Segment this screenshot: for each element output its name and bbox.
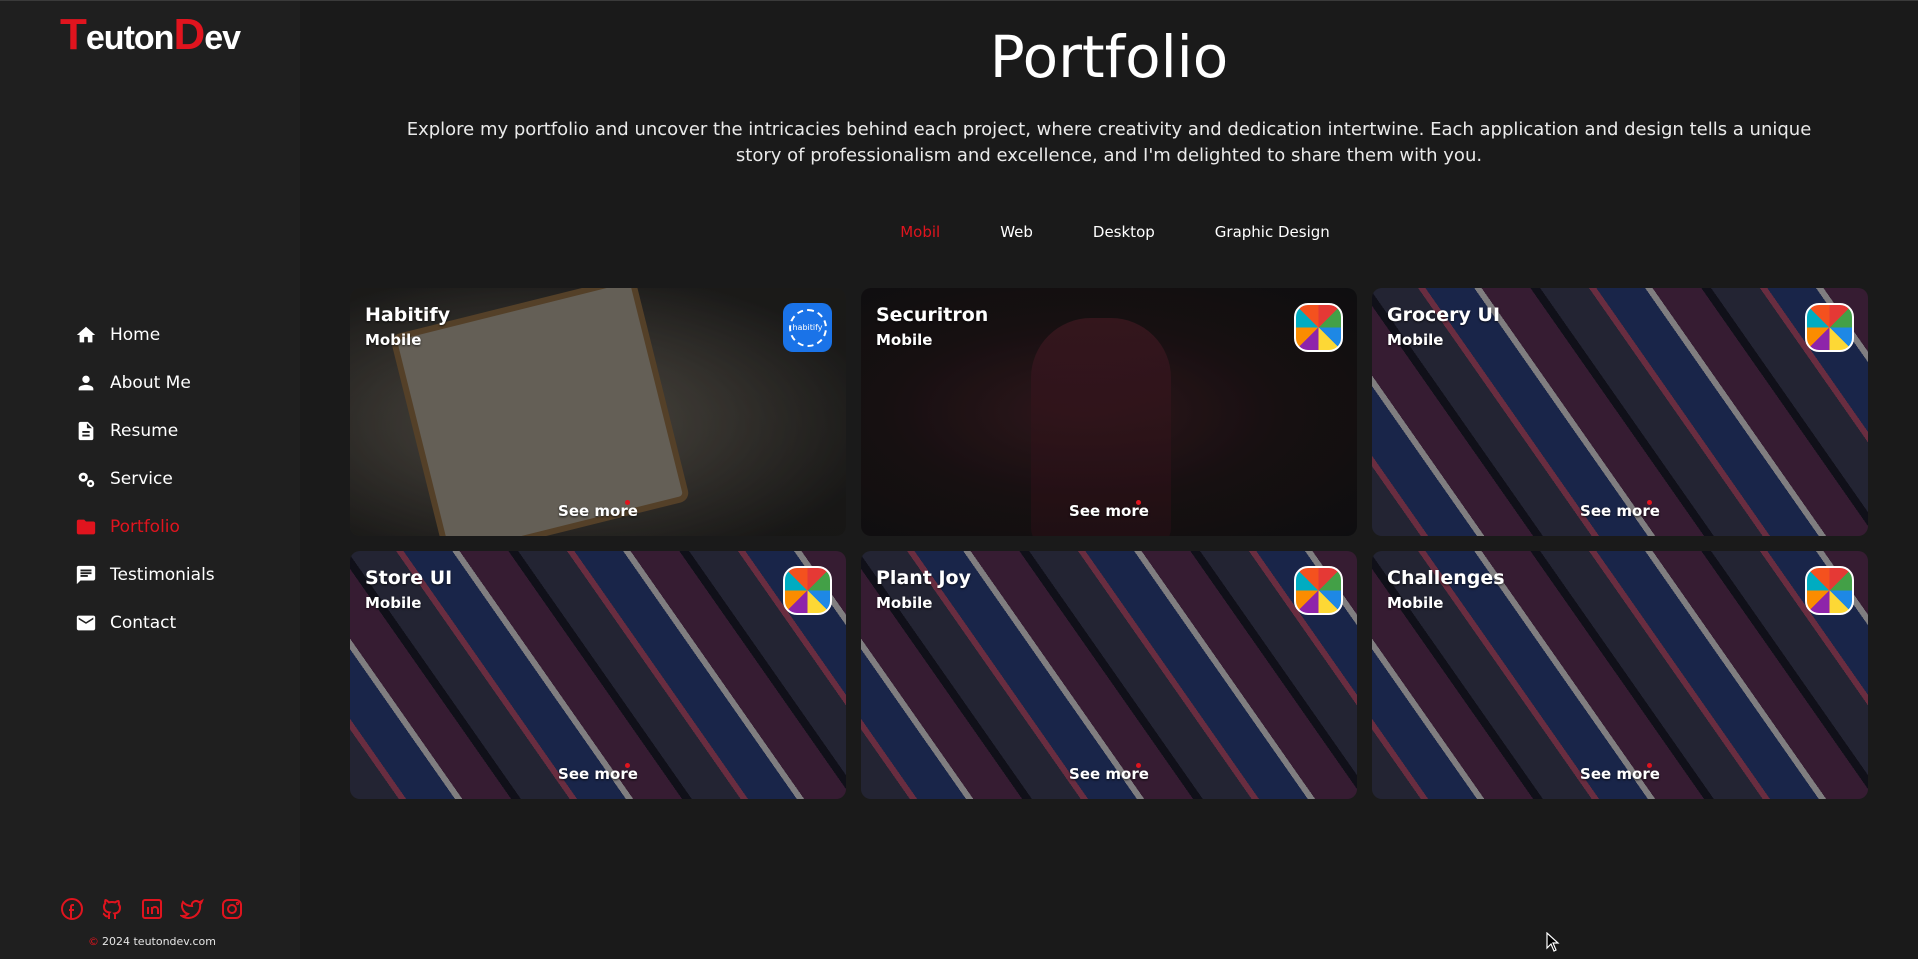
card-title: Grocery UI — [1387, 304, 1501, 326]
card-category: Mobile — [365, 594, 422, 612]
sidebar-item-label: Home — [110, 325, 161, 345]
see-more-link[interactable]: See more — [1372, 500, 1868, 520]
see-more-link[interactable]: See more — [861, 763, 1357, 783]
app-logo-icon — [1805, 303, 1854, 352]
sidebar-item-contact[interactable]: Contact — [74, 599, 215, 647]
sidebar-item-portfolio[interactable]: Portfolio — [74, 503, 215, 551]
sidebar-item-testimonials[interactable]: Testimonials — [74, 551, 215, 599]
card-category: Mobile — [876, 594, 933, 612]
logo-letter-d: D — [173, 10, 205, 59]
app-logo-icon — [1294, 566, 1343, 615]
see-more-link[interactable]: See more — [350, 500, 846, 520]
sidebar-item-label: Portfolio — [110, 517, 180, 537]
card-category: Mobile — [1387, 594, 1444, 612]
logo-text-1: euton — [85, 19, 175, 57]
copyright-text: 2024 teutondev.com — [102, 935, 216, 948]
sidebar-item-label: Testimonials — [110, 565, 215, 585]
sidebar: TeutonDev Home About Me Resume Service P… — [0, 0, 300, 959]
app-logo-icon — [1805, 566, 1854, 615]
see-more-link[interactable]: See more — [861, 500, 1357, 520]
card-title: Habitify — [365, 304, 451, 326]
habitify-logo-icon: habitify — [783, 303, 832, 352]
portfolio-card[interactable]: Store UI Mobile See more — [350, 551, 846, 799]
person-icon — [74, 371, 98, 395]
tab-mobil[interactable]: Mobil — [900, 223, 940, 241]
brand-logo[interactable]: TeutonDev — [60, 13, 241, 58]
tab-web[interactable]: Web — [1000, 223, 1033, 241]
portfolio-card[interactable]: Securitron Mobile See more — [861, 288, 1357, 536]
sidebar-item-label: Resume — [110, 421, 179, 441]
folder-icon — [74, 515, 98, 539]
social-links — [60, 897, 244, 921]
portfolio-card[interactable]: Habitify Mobile habitify See more — [350, 288, 846, 536]
main-content: Portfolio Explore my portfolio and uncov… — [300, 0, 1918, 959]
sidebar-nav: Home About Me Resume Service Portfolio T… — [74, 311, 215, 647]
sidebar-item-home[interactable]: Home — [74, 311, 215, 359]
gears-icon — [74, 467, 98, 491]
document-icon — [74, 419, 98, 443]
portfolio-card[interactable]: Grocery UI Mobile See more — [1372, 288, 1868, 536]
sidebar-item-label: Contact — [110, 613, 177, 633]
github-icon[interactable] — [100, 897, 124, 921]
sidebar-item-resume[interactable]: Resume — [74, 407, 215, 455]
app-logo-icon — [1294, 303, 1343, 352]
sidebar-item-label: Service — [110, 469, 173, 489]
tab-graphic-design[interactable]: Graphic Design — [1215, 223, 1330, 241]
sidebar-item-label: About Me — [110, 373, 191, 393]
linkedin-icon[interactable] — [140, 897, 164, 921]
page-intro: Explore my portfolio and uncover the int… — [406, 119, 1812, 166]
portfolio-grid: Habitify Mobile habitify See more Securi… — [350, 288, 1868, 799]
portfolio-card[interactable]: Challenges Mobile See more — [1372, 551, 1868, 799]
copyright-icon: © — [88, 935, 99, 948]
sidebar-item-about-me[interactable]: About Me — [74, 359, 215, 407]
card-title: Store UI — [365, 567, 453, 589]
card-category: Mobile — [1387, 331, 1444, 349]
copyright: © 2024 teutondev.com — [88, 935, 216, 948]
comment-icon — [74, 563, 98, 587]
home-icon — [74, 323, 98, 347]
card-title: Challenges — [1387, 567, 1505, 589]
mouse-cursor-icon — [1546, 932, 1560, 952]
logo-letter-t: T — [60, 10, 87, 59]
card-category: Mobile — [365, 331, 422, 349]
logo-text-2: ev — [204, 19, 241, 57]
instagram-icon[interactable] — [220, 897, 244, 921]
facebook-icon[interactable] — [60, 897, 84, 921]
page-title: Portfolio — [989, 23, 1229, 91]
portfolio-card[interactable]: Plant Joy Mobile See more — [861, 551, 1357, 799]
card-title: Plant Joy — [876, 567, 971, 589]
twitter-icon[interactable] — [178, 897, 204, 921]
mail-icon — [74, 611, 98, 635]
tab-desktop[interactable]: Desktop — [1093, 223, 1155, 241]
see-more-link[interactable]: See more — [350, 763, 846, 783]
sidebar-item-service[interactable]: Service — [74, 455, 215, 503]
see-more-link[interactable]: See more — [1372, 763, 1868, 783]
portfolio-tabs: Mobil Web Desktop Graphic Design — [300, 223, 1918, 241]
app-logo-icon — [783, 566, 832, 615]
card-category: Mobile — [876, 331, 933, 349]
card-title: Securitron — [876, 304, 989, 326]
